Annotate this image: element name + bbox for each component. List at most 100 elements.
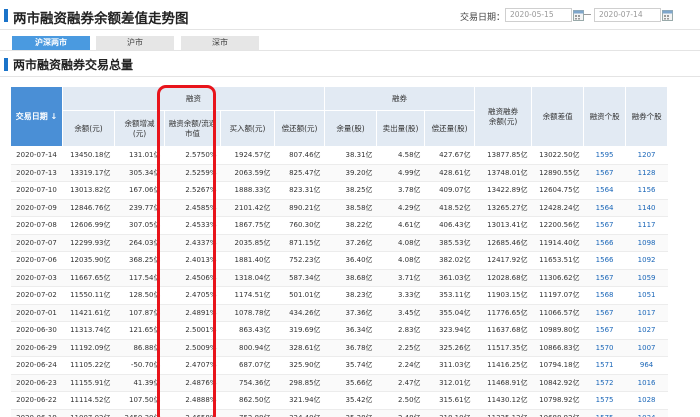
table-cell: 428.61亿	[424, 164, 475, 182]
table-cell: 12846.76亿	[62, 199, 115, 217]
stock-count-link[interactable]: 1092	[625, 251, 668, 270]
stock-count-link[interactable]: 1059	[625, 269, 668, 287]
divider	[0, 29, 700, 30]
table-cell: 409.07亿	[424, 181, 475, 200]
page-title: 两市融资融券余额差值走势图	[13, 11, 189, 27]
stock-count-link[interactable]: 1007	[625, 339, 668, 357]
table-cell: 12685.46亿	[474, 234, 532, 252]
table-cell: 11637.68亿	[474, 321, 532, 340]
table-cell: 2.5267%	[164, 181, 221, 200]
tab-shanghai-shenzhen[interactable]: 沪深两市	[12, 36, 90, 50]
table-row: 2020-07-08 12606.99亿 307.05亿 2.4533% 1867.75…	[10, 216, 668, 235]
trade-date-cell: 2020-06-23	[10, 374, 63, 392]
table-row: 2020-06-29 11192.09亿 86.88亿 2.5009% 800.94亿 3…	[10, 339, 668, 357]
table-cell: 11155.91亿	[62, 374, 115, 392]
table-cell: 167.06亿	[114, 181, 165, 200]
stock-count-link[interactable]: 1028	[625, 391, 668, 410]
end-date-input[interactable]: 2020-07-14	[594, 8, 661, 22]
total-balance-header: 融资融券 余额(元)	[474, 86, 533, 147]
stock-count-link[interactable]: 1051	[625, 286, 668, 305]
stock-count-link[interactable]: 1575	[583, 409, 626, 417]
table-cell: 11914.40亿	[531, 234, 584, 252]
table-row: 2020-06-23 11155.91亿 41.39亿 2.4876% 754.36亿 2…	[10, 374, 668, 392]
stock-count-link[interactable]: 1572	[583, 374, 626, 392]
table-cell: 2.5009%	[164, 339, 221, 357]
table-cell: 35.42亿	[324, 391, 377, 410]
table-cell: 11776.65亿	[474, 304, 532, 322]
table-cell: 862.50亿	[220, 391, 275, 410]
table-cell: 687.07亿	[220, 356, 275, 375]
stock-count-link[interactable]: 1128	[625, 164, 668, 182]
repay-amount-header: 偿还额(元)	[273, 110, 326, 147]
start-date-input[interactable]: 2020-05-15	[505, 8, 572, 22]
table-cell: 807.46亿	[274, 146, 325, 165]
table-cell: 38.25亿	[324, 181, 377, 200]
table-cell: 418.52亿	[424, 199, 475, 217]
stock-count-link[interactable]: 1156	[625, 181, 668, 200]
table-cell: 4.61亿	[376, 216, 425, 235]
stock-count-link[interactable]: 1564	[583, 181, 626, 200]
stock-count-link[interactable]: 1570	[583, 339, 626, 357]
table-cell: 1924.57亿	[220, 146, 275, 165]
calendar-icon[interactable]	[573, 9, 584, 21]
stock-count-link[interactable]: 1568	[583, 286, 626, 305]
table-cell: 4.08亿	[376, 234, 425, 252]
stock-count-link[interactable]: 1016	[625, 374, 668, 392]
stock-count-link[interactable]: 1017	[625, 304, 668, 322]
table-cell: 11066.57亿	[531, 304, 584, 322]
table-cell: 4.29亿	[376, 199, 425, 217]
tab-shenzhen[interactable]: 深市	[181, 36, 259, 50]
table-cell: 2.50亿	[376, 391, 425, 410]
stock-count-link[interactable]: 1595	[583, 146, 626, 165]
stock-count-link[interactable]: 1575	[583, 391, 626, 410]
table-cell: 2.83亿	[376, 321, 425, 340]
table-cell: 11313.74亿	[62, 321, 115, 340]
stock-count-link[interactable]: 1034	[625, 409, 668, 417]
table-cell: 305.34亿	[114, 164, 165, 182]
trade-date-header[interactable]: 交易日期 ↓	[10, 86, 63, 147]
table-cell: 13422.89亿	[474, 181, 532, 200]
table-cell: 107.87亿	[114, 304, 165, 322]
table-row: 2020-07-01 11421.61亿 107.87亿 2.4891% 1078.78…	[10, 304, 668, 322]
table-cell: 86.88亿	[114, 339, 165, 357]
table-cell: 890.21亿	[274, 199, 325, 217]
stock-count-link[interactable]: 1566	[583, 234, 626, 252]
trade-date-cell: 2020-06-22	[10, 391, 63, 410]
table-cell: 2.48亿	[376, 409, 425, 417]
section-title: 两市融资融券交易总量	[13, 58, 134, 72]
trade-date-cell: 2020-07-10	[10, 181, 63, 200]
stock-count-link[interactable]: 1140	[625, 199, 668, 217]
stock-count-link[interactable]: 1566	[583, 251, 626, 270]
stock-count-link[interactable]: 1567	[583, 321, 626, 340]
table-row: 2020-07-14 13450.18亿 131.01亿 2.5750% 1924.57…	[10, 146, 668, 165]
table-cell: 35.74亿	[324, 356, 377, 375]
stock-count-link[interactable]: 1207	[625, 146, 668, 165]
sell-volume-header: 卖出量(股)	[376, 110, 426, 147]
table-cell: 312.01亿	[424, 374, 475, 392]
table-cell: 10866.83亿	[531, 339, 584, 357]
stock-count-link[interactable]: 964	[625, 356, 668, 375]
page-header: 两市融资融券余额差值走势图 交易日期： 2020-05-15 2020-07-1…	[0, 0, 700, 32]
calendar-icon[interactable]	[662, 9, 673, 21]
table-row: 2020-07-10 13013.82亿 167.06亿 2.5267% 1888.33…	[10, 181, 668, 200]
stock-count-link[interactable]: 1098	[625, 234, 668, 252]
table-cell: 318.10亿	[424, 409, 475, 417]
stock-count-link[interactable]: 1567	[583, 216, 626, 235]
stock-count-link[interactable]: 1567	[583, 269, 626, 287]
stock-count-link[interactable]: 1564	[583, 199, 626, 217]
table-cell: 2.4707%	[164, 356, 221, 375]
stock-count-link[interactable]: 1117	[625, 216, 668, 235]
balance-change-header: 余额增减 (元)	[114, 110, 165, 147]
repay-volume-header: 偿还量(股)	[424, 110, 476, 147]
table-cell: 2.5259%	[164, 164, 221, 182]
stock-count-link[interactable]: 1567	[583, 164, 626, 182]
table-cell: 2.4658%	[164, 409, 221, 417]
table-cell: 752.88亿	[220, 409, 275, 417]
tab-shanghai[interactable]: 沪市	[96, 36, 174, 50]
table-cell: 4.58亿	[376, 146, 425, 165]
table-cell: 501.01亿	[274, 286, 325, 305]
stock-count-link[interactable]: 1571	[583, 356, 626, 375]
stock-count-link[interactable]: 1567	[583, 304, 626, 322]
table-cell: 12417.92亿	[474, 251, 532, 270]
stock-count-link[interactable]: 1027	[625, 321, 668, 340]
